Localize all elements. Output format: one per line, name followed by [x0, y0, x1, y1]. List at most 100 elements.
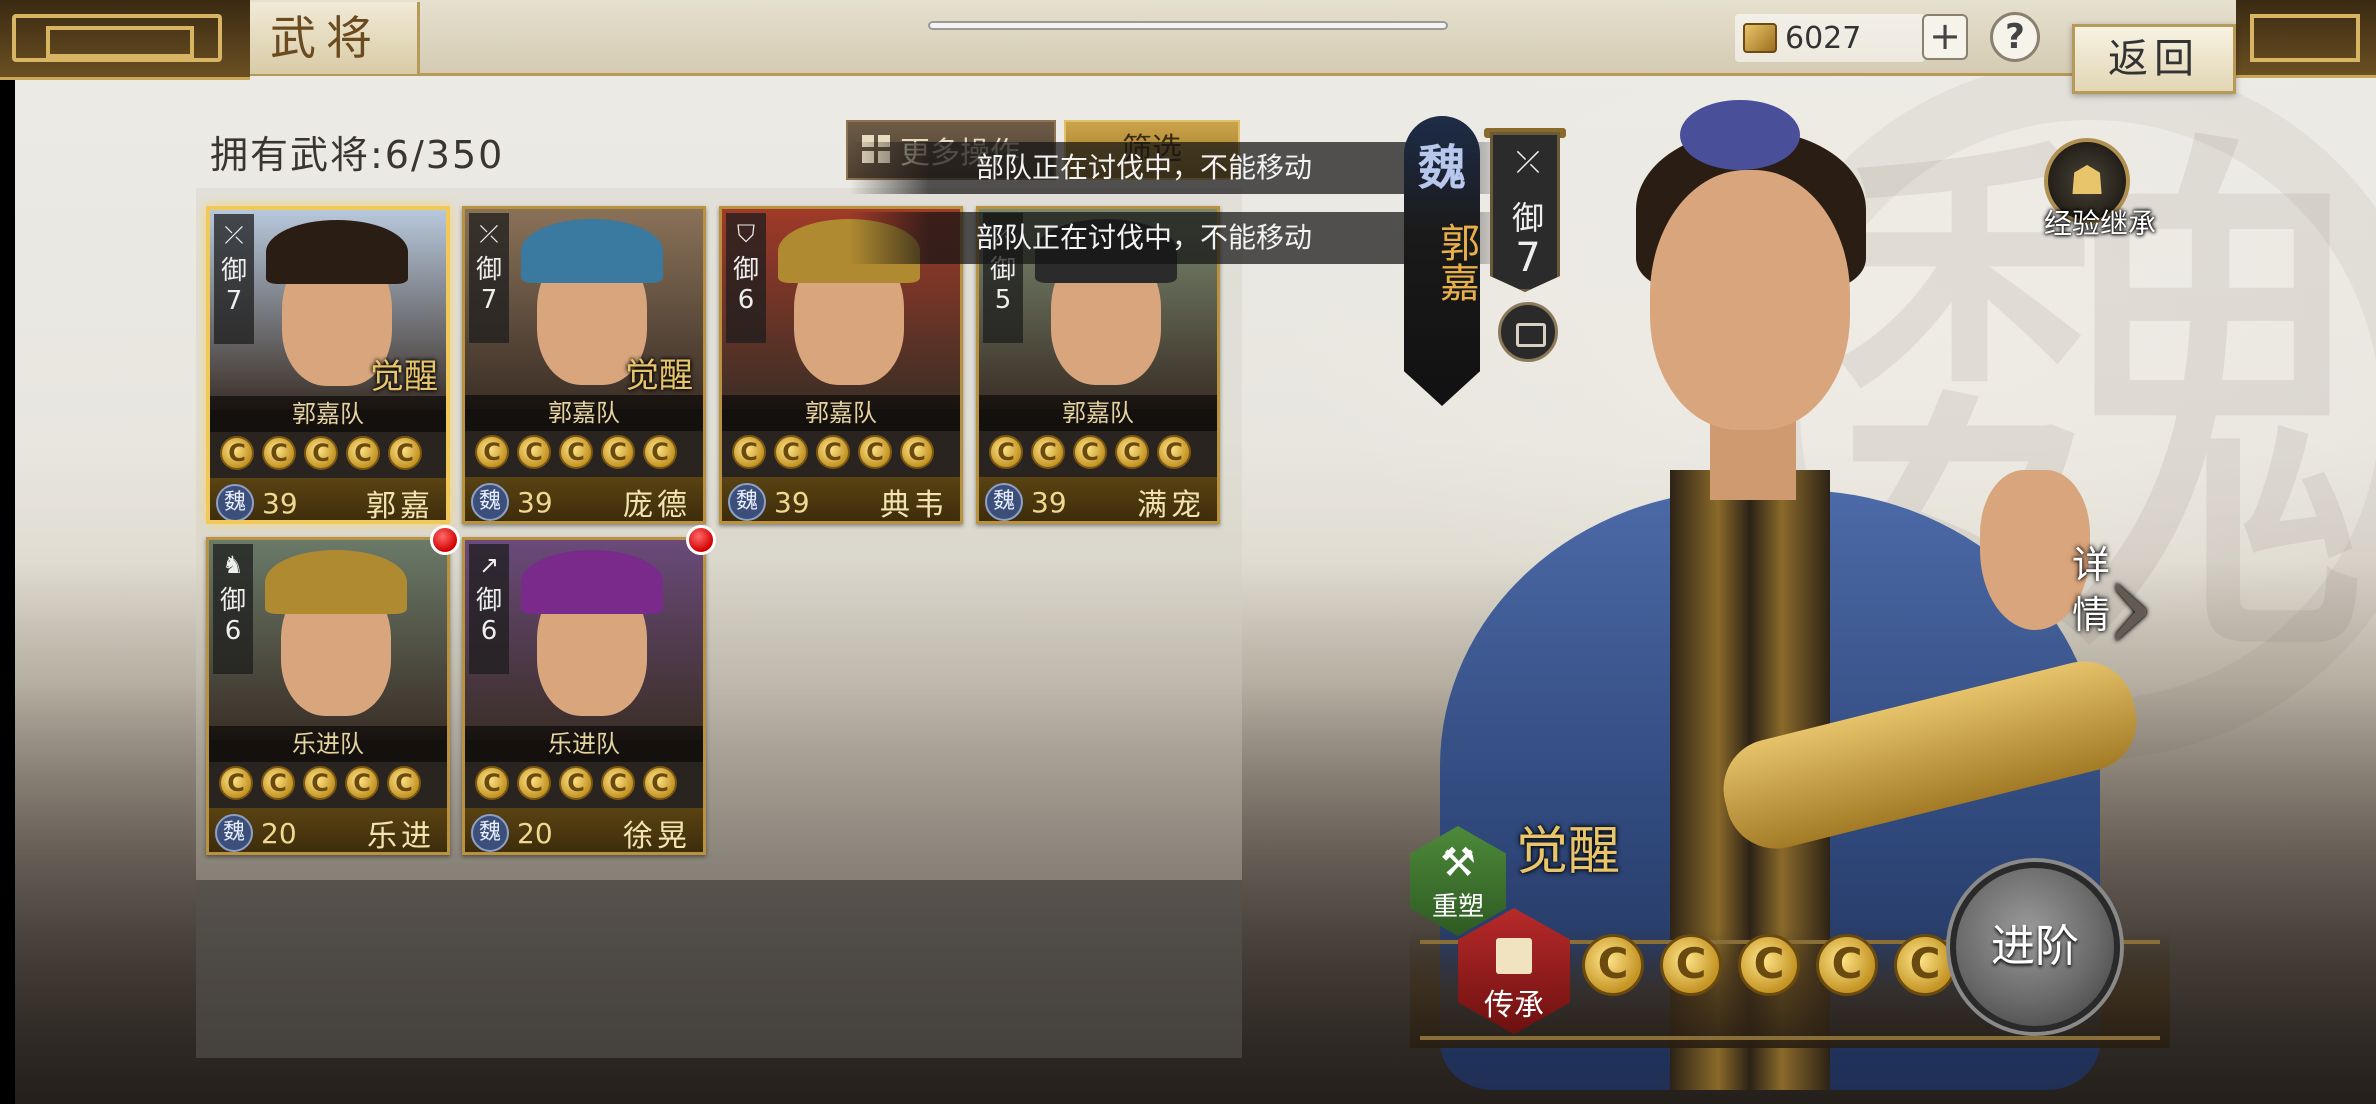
details-label: 详情	[2072, 543, 2111, 637]
archer-icon: ⤫	[224, 221, 244, 249]
hero-name: 庞德	[623, 488, 691, 523]
faction-badge: 魏	[216, 484, 254, 520]
team-name: 郭嘉队	[979, 395, 1217, 431]
card-footer: 魏 39 郭嘉	[210, 478, 446, 524]
top-right-ornament	[2236, 0, 2376, 78]
back-button[interactable]: 返回	[2072, 24, 2236, 94]
star-icon: C	[559, 435, 593, 469]
unit-type-tag: ⤫ 御 7	[469, 213, 509, 343]
hero-name: 典韦	[880, 488, 948, 523]
unit-stat-value: 6	[480, 616, 498, 646]
star-icon: C	[1816, 934, 1878, 996]
hero-card[interactable]: ⤫ 御 7 觉醒 郭嘉队 C C C C C 魏 39 郭嘉	[206, 206, 450, 524]
star-icon: C	[1115, 435, 1149, 469]
system-gesture-bar[interactable]	[928, 21, 1448, 30]
star-icon: C	[262, 436, 296, 470]
star-icon: C	[303, 766, 337, 800]
hero-name: 徐晃	[623, 819, 691, 854]
hero-star-rating: CCCCC	[732, 435, 934, 469]
star-icon: C	[559, 766, 593, 800]
card-footer: 魏 20 乐进	[209, 808, 447, 854]
star-icon: C	[816, 435, 850, 469]
hero-star-rating: CCCCC	[475, 766, 677, 800]
card-footer: 魏 20 徐晃	[465, 808, 703, 854]
star-icon: C	[219, 766, 253, 800]
hero-card[interactable]: ♞ 御 6 乐进队 C C C C C 魏 20 乐进	[206, 537, 450, 855]
hero-name: 满宠	[1137, 488, 1205, 523]
shield-icon: ⛉	[737, 220, 755, 248]
unit-type-tag: ♞ 御 6	[213, 544, 253, 674]
star-icon: C	[643, 435, 677, 469]
star-icon: C	[304, 436, 338, 470]
star-icon: C	[732, 435, 766, 469]
star-icon: C	[517, 435, 551, 469]
hero-star-rating: CCCCC	[475, 435, 677, 469]
unit-stat-label: 御	[1511, 199, 1544, 237]
star-icon: C	[989, 435, 1023, 469]
team-name: 乐进队	[209, 726, 447, 762]
unit-stat-label: 御	[219, 586, 246, 616]
exp-inherit-button[interactable]: ☗ 经验继承	[2020, 134, 2180, 244]
faction-badge: 魏	[471, 814, 509, 852]
archer-icon: ⤫	[479, 220, 499, 248]
new-notification-dot	[430, 525, 460, 555]
faction-badge: 魏	[985, 483, 1023, 521]
unit-type-tag: ↗ 御 6	[469, 544, 509, 674]
star-icon: C	[858, 435, 892, 469]
spear-icon: ↗	[478, 551, 500, 579]
unit-type-tag: ⤫ 御 7	[214, 214, 254, 344]
faction-badge: 魏	[728, 483, 766, 521]
star-icon: C	[346, 436, 380, 470]
gold-coin-icon	[1743, 23, 1777, 53]
unit-stat-value: 7	[225, 286, 243, 316]
hero-star-rating: CCCCC	[989, 435, 1191, 469]
archer-icon: ⤫	[1516, 145, 1540, 180]
unit-stat-value: 7	[1515, 235, 1541, 281]
hero-level: 20	[517, 816, 553, 850]
hero-level: 39	[774, 485, 810, 519]
hero-card[interactable]: ↗ 御 6 乐进队 C C C C C 魏 20 徐晃	[462, 537, 706, 855]
star-icon: C	[345, 766, 379, 800]
advance-button[interactable]: 进阶	[1950, 862, 2120, 1032]
page-title: 武将	[270, 11, 382, 65]
faction-badge: 魏	[471, 483, 509, 521]
hero-star-rating: CCCCC	[1582, 934, 1956, 996]
hero-name: 乐进	[367, 819, 435, 854]
cavalry-icon: ♞	[222, 551, 244, 579]
hero-star-rating: CCCCC	[219, 766, 421, 800]
card-footer: 魏 39 典韦	[722, 477, 960, 523]
owned-heroes-count: 拥有武将:6/350	[210, 133, 505, 177]
help-button[interactable]: ?	[1990, 12, 2040, 62]
hero-card[interactable]: ⤫ 御 7 觉醒 郭嘉队 C C C C C 魏 39 庞德	[462, 206, 706, 524]
star-icon: C	[475, 435, 509, 469]
team-name: 郭嘉队	[465, 395, 703, 431]
unit-stat-label: 御	[732, 255, 759, 285]
new-notification-dot	[686, 525, 716, 555]
unit-stat-label: 御	[475, 255, 502, 285]
chest-icon[interactable]	[1498, 302, 1558, 362]
chevron-right-icon: ›	[2104, 529, 2156, 681]
star-icon: C	[388, 436, 422, 470]
hero-name: 郭嘉	[1433, 222, 1479, 302]
star-icon: C	[643, 766, 677, 800]
hero-star-rating: CCCCC	[220, 436, 422, 470]
unit-stat-label: 御	[475, 586, 502, 616]
currency-value: 6027	[1785, 20, 1862, 56]
unit-stat-value: 5	[994, 285, 1012, 315]
star-icon: C	[261, 766, 295, 800]
currency-display: 6027	[1735, 14, 1925, 62]
add-currency-button[interactable]: +	[1922, 14, 1968, 60]
star-icon: C	[900, 435, 934, 469]
roster-panel-footer	[196, 880, 1242, 1058]
team-name: 郭嘉队	[210, 396, 446, 432]
details-button[interactable]: › 详情	[2070, 530, 2170, 670]
hero-level: 20	[261, 816, 297, 850]
unit-type-banner: ⤫ 御 7	[1490, 132, 1560, 292]
hero-level: 39	[517, 485, 553, 519]
star-icon: C	[1073, 435, 1107, 469]
team-name: 乐进队	[465, 726, 703, 762]
faction-badge: 魏	[215, 814, 253, 852]
team-name: 郭嘉队	[722, 395, 960, 431]
unit-stat-value: 6	[737, 285, 755, 315]
hero-name: 郭嘉	[366, 489, 434, 524]
